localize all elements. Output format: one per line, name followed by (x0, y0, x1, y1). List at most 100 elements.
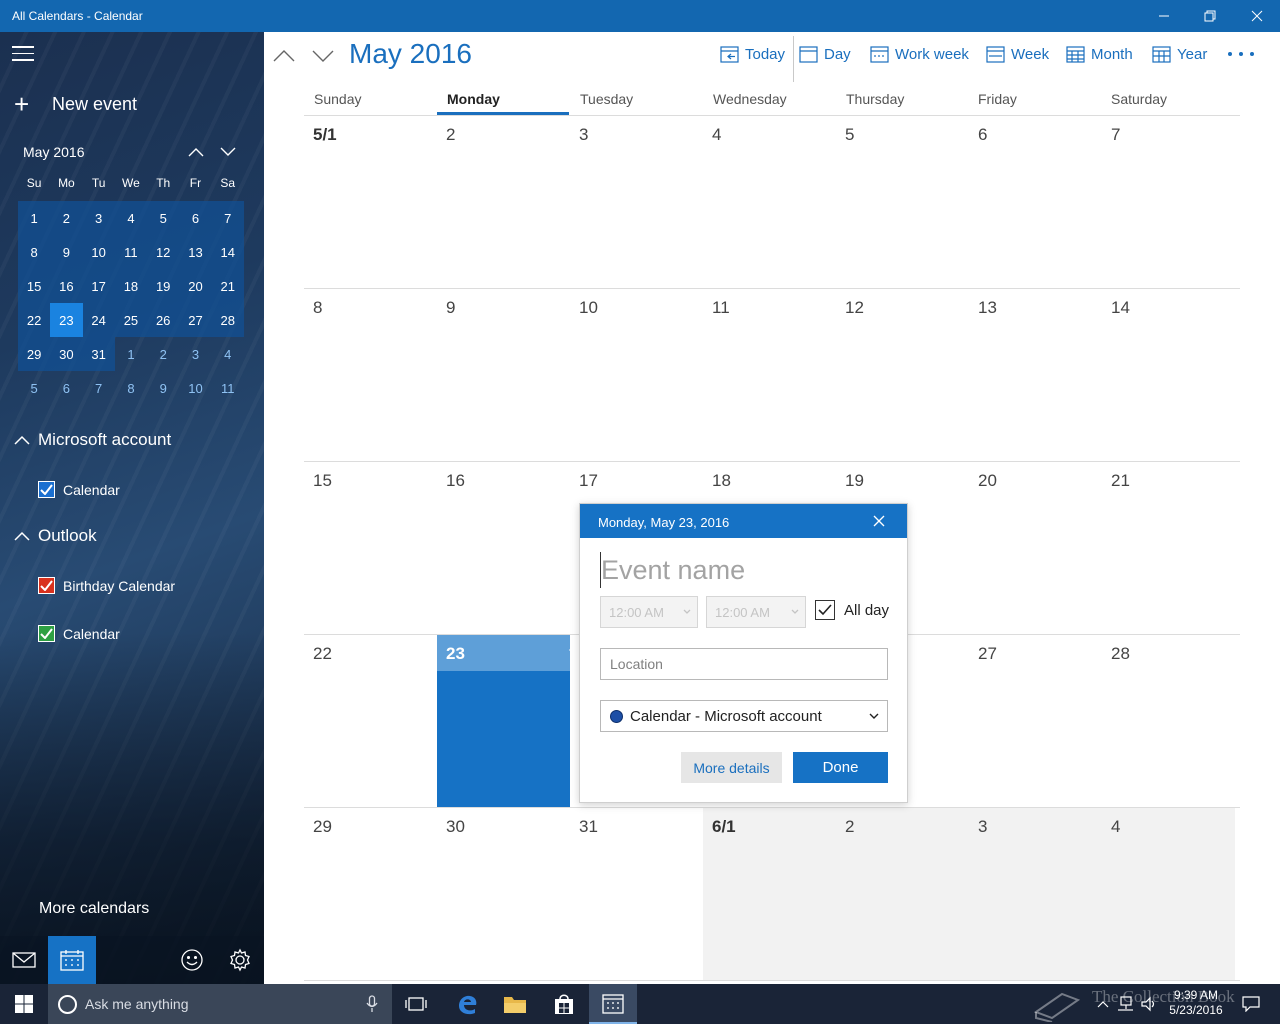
done-button[interactable]: Done (793, 752, 888, 783)
mini-calendar-day[interactable]: 10 (82, 235, 115, 269)
mini-calendar-day[interactable]: 9 (50, 235, 83, 269)
event-name-input[interactable] (600, 552, 888, 588)
day-cell[interactable]: 6 (969, 116, 1102, 288)
network-tray-button[interactable] (1114, 984, 1136, 1024)
day-cell[interactable]: 10 (570, 289, 703, 461)
store-button[interactable] (540, 984, 588, 1024)
day-cell[interactable]: 21 (1102, 462, 1240, 634)
day-cell[interactable]: 29 (304, 808, 437, 980)
mini-calendar-day[interactable]: 30 (50, 337, 83, 371)
day-cell[interactable]: 6/1 (703, 808, 836, 980)
today-button[interactable]: Today (720, 46, 785, 63)
day-cell[interactable]: 30 (437, 808, 570, 980)
day-cell[interactable]: 2 (437, 116, 570, 288)
hamburger-menu-button[interactable] (12, 46, 36, 66)
next-month-button[interactable] (310, 44, 336, 68)
day-view-button[interactable]: Day (799, 46, 851, 63)
mini-calendar-day[interactable]: 19 (147, 269, 180, 303)
mini-calendar-day[interactable]: 28 (211, 303, 244, 337)
mini-calendar-prev-button[interactable] (184, 142, 208, 162)
mini-calendar-day[interactable]: 11 (114, 235, 148, 269)
day-cell[interactable]: 4 (703, 116, 836, 288)
start-time-select[interactable]: 12:00 AM (600, 596, 698, 628)
mini-calendar-day[interactable]: 14 (211, 235, 244, 269)
calendar-toggle-outlook-calendar[interactable]: Calendar (38, 625, 120, 642)
mini-calendar-day[interactable]: 5 (147, 201, 180, 235)
mini-calendar-day[interactable]: 7 (211, 201, 244, 235)
mini-calendar-day[interactable]: 29 (18, 337, 51, 371)
month-title[interactable]: May 2016 (349, 38, 472, 70)
mini-calendar-day[interactable]: 3 (179, 337, 211, 371)
calendar-app-button[interactable] (589, 984, 637, 1024)
day-cell[interactable]: 8 (304, 289, 437, 461)
mini-calendar-day[interactable]: 3 (82, 201, 115, 235)
mini-calendar-day[interactable]: 26 (147, 303, 180, 337)
day-cell[interactable]: 15 (304, 462, 437, 634)
day-cell[interactable]: 22 (304, 635, 437, 807)
mini-calendar-day[interactable]: 22 (18, 303, 51, 337)
mini-calendar-day[interactable]: 10 (179, 371, 211, 405)
mini-calendar-day[interactable]: 15 (18, 269, 51, 303)
feedback-button[interactable] (168, 936, 216, 984)
mini-calendar-day[interactable]: 11 (212, 371, 244, 405)
day-cell[interactable]: 16 (437, 462, 570, 634)
mini-calendar-day[interactable]: 8 (18, 235, 51, 269)
mini-calendar-day[interactable]: 18 (114, 269, 148, 303)
mini-calendar-day[interactable]: 6 (50, 371, 82, 405)
day-cell[interactable]: 11 (703, 289, 836, 461)
location-input[interactable] (600, 648, 888, 680)
mini-calendar-day[interactable]: 9 (147, 371, 179, 405)
mini-calendar-day[interactable]: 1 (115, 337, 147, 371)
day-cell[interactable]: 31 (570, 808, 703, 980)
mini-calendar-day[interactable]: 2 (147, 337, 179, 371)
day-cell[interactable]: 7 (1102, 116, 1240, 288)
day-cell[interactable]: 12 (836, 289, 969, 461)
more-details-button[interactable]: More details (681, 752, 782, 783)
mini-calendar-title[interactable]: May 2016 (23, 144, 84, 160)
group-outlook[interactable]: Outlook (14, 526, 97, 546)
mail-button[interactable] (0, 936, 48, 984)
popup-close-button[interactable] (868, 510, 890, 532)
mini-calendar-day[interactable]: 20 (179, 269, 212, 303)
end-time-select[interactable]: 12:00 AM (706, 596, 806, 628)
mini-calendar-day[interactable]: 25 (114, 303, 148, 337)
day-cell[interactable]: 28 (1102, 635, 1240, 807)
edge-browser-button[interactable] (443, 984, 491, 1024)
mini-calendar-day[interactable]: 8 (115, 371, 147, 405)
mini-calendar-day[interactable]: 13 (179, 235, 212, 269)
day-cell[interactable]: 2 (836, 808, 969, 980)
calendar-toggle-microsoft-calendar[interactable]: Calendar (38, 481, 120, 498)
day-cell[interactable]: 20 (969, 462, 1102, 634)
more-options-button[interactable] (1228, 46, 1254, 62)
day-cell[interactable]: 27 (969, 635, 1102, 807)
previous-month-button[interactable] (271, 44, 297, 68)
month-view-button[interactable]: Month (1066, 46, 1133, 63)
day-cell[interactable]: 5 (836, 116, 969, 288)
mini-calendar-day[interactable]: 23 (50, 303, 83, 337)
settings-button[interactable] (216, 936, 264, 984)
week-view-button[interactable]: Week (986, 46, 1049, 63)
day-cell[interactable]: 14 (1102, 289, 1240, 461)
mini-calendar-day[interactable]: 17 (82, 269, 115, 303)
day-cell[interactable]: 5/1 (304, 116, 437, 288)
mini-calendar-day[interactable]: 6 (179, 201, 212, 235)
group-microsoft-account[interactable]: Microsoft account (14, 430, 171, 450)
calendar-button[interactable] (48, 936, 96, 984)
mini-calendar-day[interactable]: 27 (179, 303, 212, 337)
mini-calendar-day[interactable]: 31 (82, 337, 115, 371)
action-center-button[interactable] (1240, 984, 1262, 1024)
all-day-checkbox[interactable]: All day (815, 600, 889, 620)
mini-calendar-day[interactable]: 24 (82, 303, 115, 337)
mini-calendar-day[interactable]: 4 (114, 201, 148, 235)
mini-calendar-day[interactable]: 21 (211, 269, 244, 303)
calendar-toggle-birthday-calendar[interactable]: Birthday Calendar (38, 577, 175, 594)
year-view-button[interactable]: Year (1152, 46, 1207, 63)
mini-calendar-day[interactable]: 5 (18, 371, 50, 405)
task-view-button[interactable] (392, 984, 440, 1024)
mini-calendar-day[interactable]: 7 (83, 371, 115, 405)
new-event-button[interactable]: + New event (14, 91, 137, 117)
day-cell[interactable]: 3 (570, 116, 703, 288)
file-explorer-button[interactable] (491, 984, 539, 1024)
mini-calendar-day[interactable]: 12 (147, 235, 180, 269)
mini-calendar-day[interactable]: 4 (212, 337, 244, 371)
